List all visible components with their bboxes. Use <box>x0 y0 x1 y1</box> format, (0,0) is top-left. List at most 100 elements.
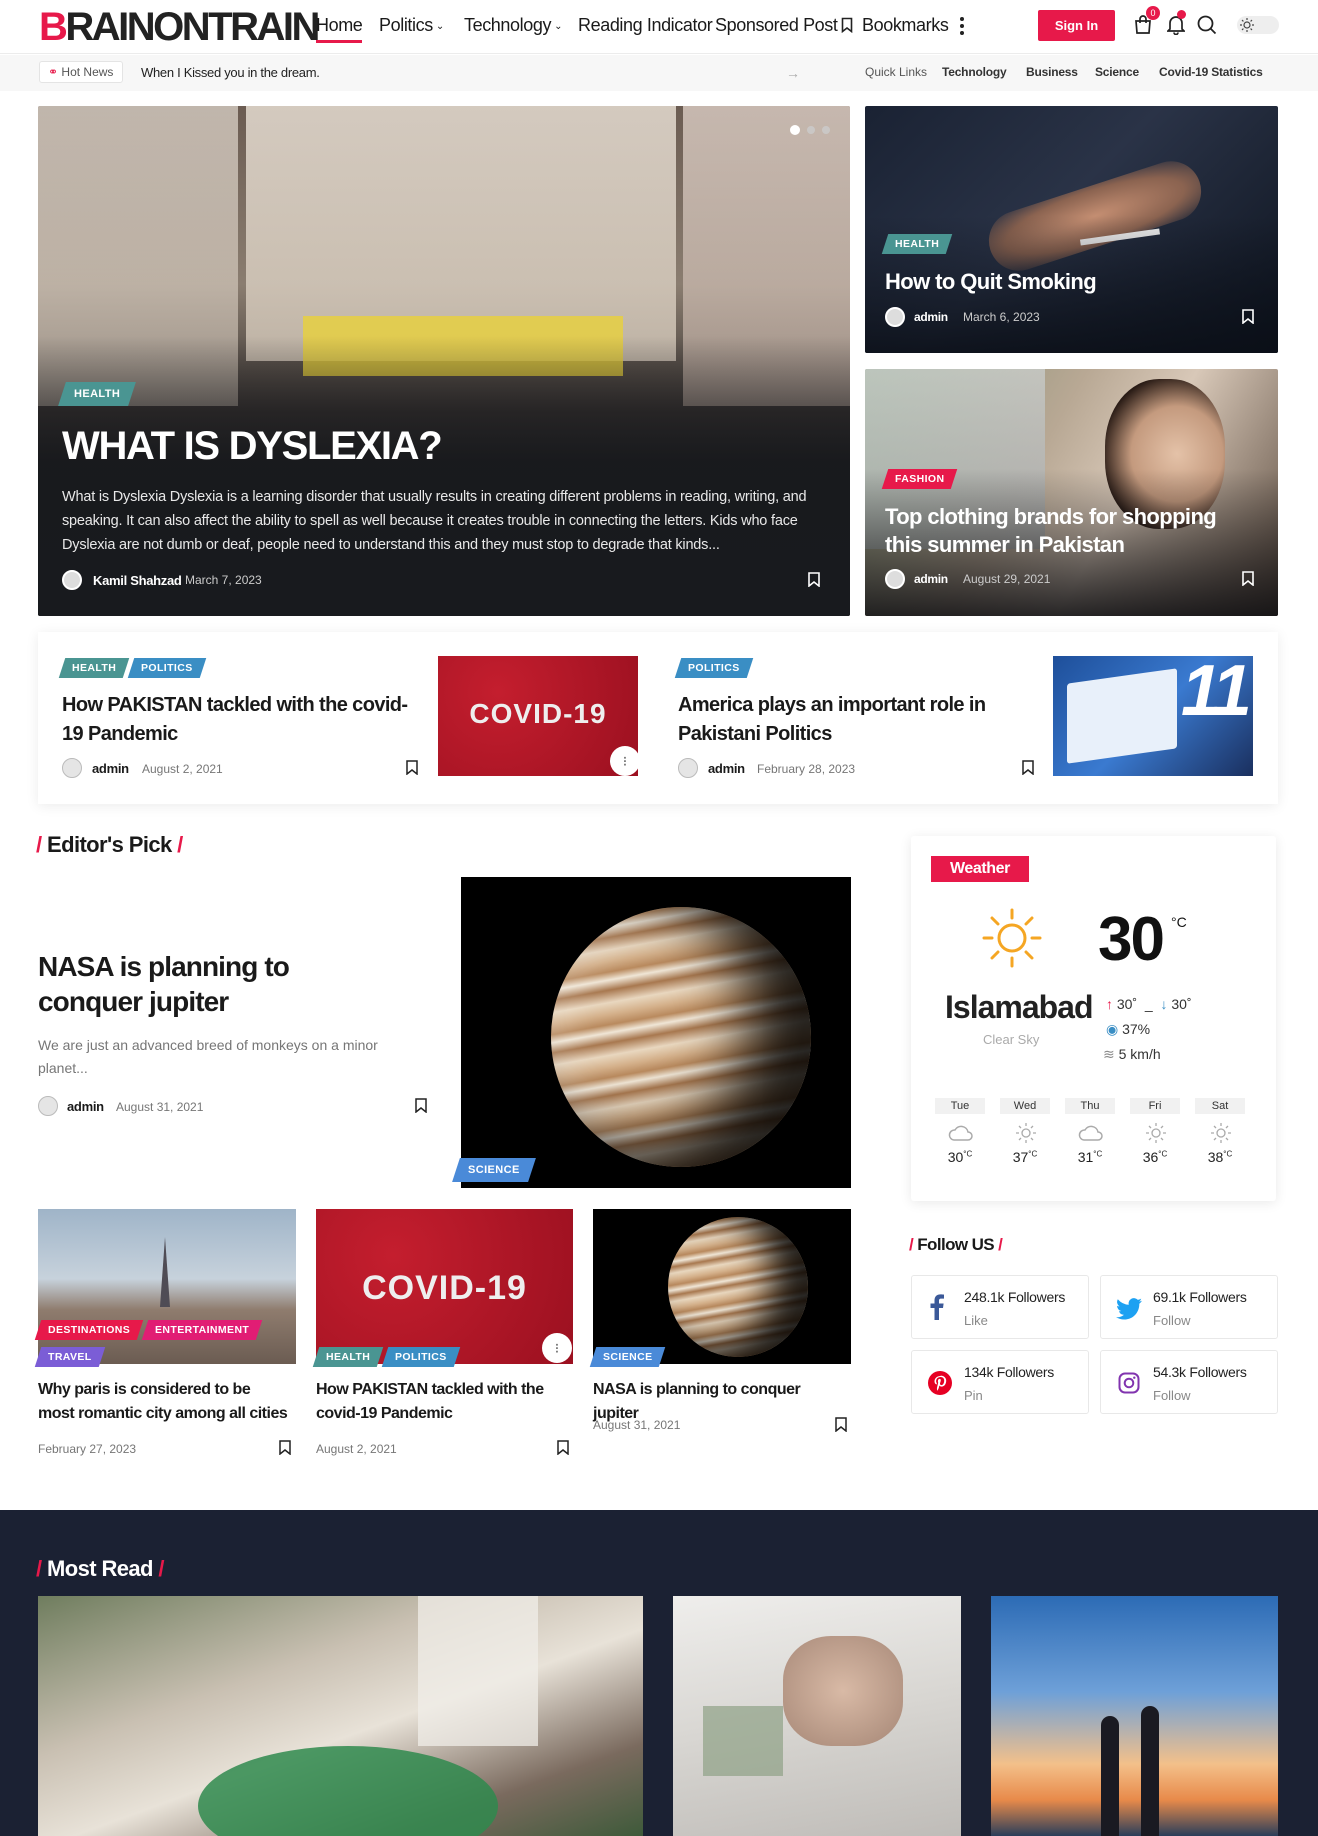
bookmark-icon[interactable] <box>1242 571 1254 586</box>
author-name[interactable]: admin <box>92 761 129 776</box>
category-badge[interactable]: POLITICS <box>127 658 206 678</box>
avatar[interactable] <box>62 570 82 590</box>
side-card-quit-smoking[interactable]: HEALTH How to Quit Smoking admin March 6… <box>865 106 1278 353</box>
category-badge[interactable]: SCIENCE <box>589 1347 666 1367</box>
category-badge[interactable]: HEALTH <box>881 234 953 254</box>
quick-links-label: Quick Links <box>865 65 928 79</box>
author-name[interactable]: admin <box>67 1099 104 1114</box>
audio-icon[interactable]: ⁝ <box>542 1333 572 1363</box>
grid-image-jupiter[interactable] <box>593 1209 851 1364</box>
search-icon[interactable] <box>1197 15 1217 35</box>
category-badge[interactable]: SCIENCE <box>452 1158 536 1182</box>
strip-image-windows[interactable]: 11 <box>1053 656 1253 776</box>
follow-action: Like <box>964 1313 988 1328</box>
avatar[interactable] <box>678 758 698 778</box>
bookmark-icon[interactable] <box>557 1440 569 1455</box>
strip-title[interactable]: America plays an important role in Pakis… <box>678 691 1008 749</box>
hero-card[interactable]: HEALTH WHAT IS DYSLEXIA? What is Dyslexi… <box>38 106 850 616</box>
most-read-image-couple[interactable] <box>991 1596 1278 1836</box>
follow-facebook[interactable]: 248.1k Followers Like <box>911 1275 1089 1339</box>
grid-title[interactable]: Why paris is considered to be most roman… <box>38 1378 288 1426</box>
quick-link-technology[interactable]: Technology <box>942 65 1007 79</box>
avatar[interactable] <box>38 1096 58 1116</box>
nav-reading-indicator[interactable]: Reading Indicator <box>578 14 713 36</box>
quick-link-covid-statistics[interactable]: Covid-19 Statistics <box>1159 65 1263 79</box>
quick-link-science[interactable]: Science <box>1095 65 1139 79</box>
author-name[interactable]: admin <box>914 572 948 586</box>
follower-count: 248.1k Followers <box>964 1289 1066 1305</box>
site-logo[interactable]: BRAINONTRAIN <box>39 5 320 49</box>
twitter-icon <box>1116 1298 1142 1320</box>
avatar[interactable] <box>62 758 82 778</box>
author-name[interactable]: Kamil Shahzad <box>93 573 182 588</box>
category-badge[interactable]: HEALTH <box>58 658 130 678</box>
category-badge[interactable]: HEALTH <box>312 1347 384 1367</box>
card-title[interactable]: How to Quit Smoking <box>885 269 1097 295</box>
facebook-icon <box>930 1294 944 1320</box>
more-menu-icon[interactable] <box>959 16 965 36</box>
follow-twitter[interactable]: 69.1k Followers Follow <box>1100 1275 1278 1339</box>
slider-dots[interactable] <box>790 125 832 135</box>
sun-icon <box>1239 17 1255 33</box>
side-card-clothing-brands[interactable]: FASHION Top clothing brands for shopping… <box>865 369 1278 616</box>
bookmark-icon[interactable] <box>279 1440 291 1455</box>
category-badge[interactable]: FASHION <box>881 469 958 489</box>
avatar[interactable] <box>885 569 905 589</box>
feature-title[interactable]: NASA is planning to conquer jupiter <box>38 949 398 1019</box>
bookmark-icon[interactable] <box>1022 760 1034 775</box>
quick-link-business[interactable]: Business <box>1026 65 1078 79</box>
nav-politics[interactable]: Politics ⌄ <box>379 14 444 38</box>
post-date: February 27, 2023 <box>38 1442 137 1456</box>
category-badge[interactable]: POLITICS <box>381 1347 460 1367</box>
follow-instagram[interactable]: 54.3k Followers Follow <box>1100 1350 1278 1414</box>
feature-excerpt: We are just an advanced breed of monkeys… <box>38 1037 378 1076</box>
category-badge[interactable]: HEALTH <box>58 382 137 406</box>
author-name[interactable]: admin <box>914 310 948 324</box>
strip-title[interactable]: How PAKISTAN tackled with the covid-19 P… <box>62 691 412 749</box>
post-date: February 28, 2023 <box>757 762 856 776</box>
category-badge[interactable]: POLITICS <box>674 658 753 678</box>
grid-image-covid[interactable]: COVID-19 ⁝ <box>316 1209 573 1364</box>
chevron-down-icon: ⌄ <box>554 21 563 32</box>
avatar[interactable] <box>885 307 905 327</box>
news-ticker[interactable]: When I Kissed you in the dream. <box>141 65 320 80</box>
most-read-heading: / Most Read / <box>36 1556 164 1581</box>
editors-pick-heading: / Editor's Pick / <box>36 832 183 857</box>
cloud-icon <box>948 1124 974 1142</box>
nav-home[interactable]: Home <box>316 14 363 43</box>
card-title[interactable]: Top clothing brands for shopping this su… <box>885 503 1245 559</box>
category-badge[interactable]: ENTERTAINMENT <box>141 1320 263 1340</box>
image-person-1 <box>1101 1716 1119 1836</box>
bookmark-icon[interactable] <box>835 1417 847 1432</box>
category-badge[interactable]: DESTINATIONS <box>34 1320 144 1340</box>
grid-title[interactable]: How PAKISTAN tackled with the covid-19 P… <box>316 1378 566 1426</box>
post-date: August 29, 2021 <box>963 572 1051 586</box>
nav-bookmarks[interactable]: Bookmarks <box>841 14 949 36</box>
nav-technology[interactable]: Technology ⌄ <box>464 14 562 38</box>
notification-dot <box>1177 10 1186 19</box>
dark-mode-toggle[interactable] <box>1237 16 1279 34</box>
category-badge[interactable]: TRAVEL <box>34 1347 105 1367</box>
image-banknotes <box>703 1706 783 1776</box>
post-date: March 7, 2023 <box>185 573 262 587</box>
nav-sponsored-post[interactable]: Sponsored Post <box>715 14 838 36</box>
follow-us-heading: / Follow US / <box>909 1235 1003 1254</box>
sign-in-button[interactable]: Sign In <box>1038 10 1115 41</box>
most-read-image-money[interactable] <box>673 1596 961 1836</box>
audio-icon[interactable]: ⁝ <box>610 746 638 776</box>
author-name[interactable]: admin <box>708 761 745 776</box>
weather-condition: Clear Sky <box>983 1032 1040 1047</box>
feature-image-jupiter[interactable] <box>461 877 851 1188</box>
bookmark-icon[interactable] <box>1242 309 1254 324</box>
arrow-right-icon[interactable]: → <box>786 65 800 81</box>
bookmark-icon[interactable] <box>808 572 820 587</box>
follow-pinterest[interactable]: 134k Followers Pin <box>911 1350 1089 1414</box>
most-read-image-sleeping[interactable] <box>38 1596 643 1836</box>
bookmark-icon[interactable] <box>415 1098 427 1113</box>
strip-image-covid[interactable]: COVID-19 ⁝ <box>438 656 638 776</box>
cart-count-badge: 0 <box>1146 6 1160 20</box>
sub-bar: ⚭ Hot News When I Kissed you in the drea… <box>0 55 1318 91</box>
bookmark-icon[interactable] <box>406 760 418 775</box>
hero-title[interactable]: WHAT IS DYSLEXIA? <box>62 424 443 469</box>
grid-image-paris[interactable] <box>38 1209 296 1364</box>
